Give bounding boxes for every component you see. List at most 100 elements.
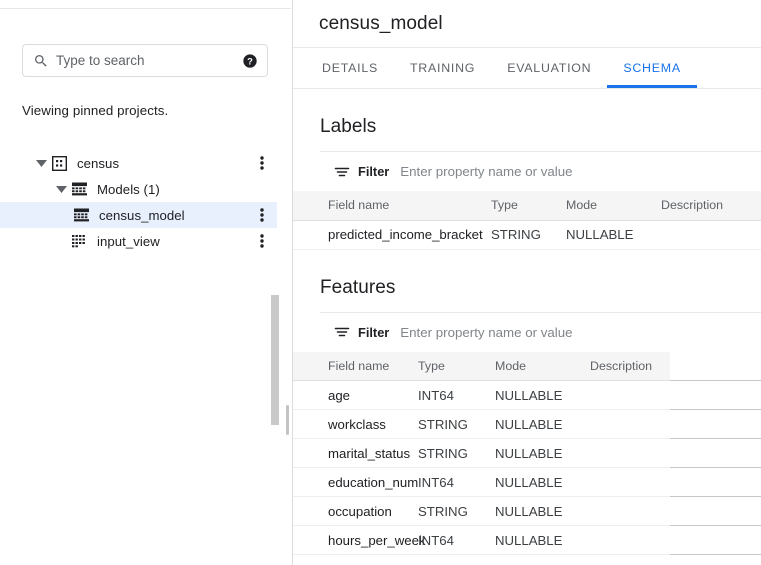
- schema-content: Labels Filter Field name Typ: [293, 89, 761, 565]
- tab-details[interactable]: DETAILS: [306, 48, 394, 88]
- overflow-menu-icon[interactable]: [255, 155, 269, 171]
- tree-item-input-view[interactable]: input_view: [0, 228, 277, 254]
- table-row[interactable]: marital_status STRING NULLABLE: [293, 438, 761, 468]
- project-icon: [50, 154, 68, 172]
- page-title: census_model: [319, 13, 443, 34]
- features-table: Field name Type Mode Description age INT…: [293, 351, 761, 555]
- tab-label: TRAINING: [409, 61, 476, 75]
- filter-icon: [334, 324, 350, 340]
- cell-type: STRING: [418, 496, 495, 526]
- column-header-type[interactable]: Type: [491, 191, 566, 221]
- viewing-note: Viewing pinned projects.: [22, 103, 169, 118]
- cell-type: INT64: [418, 467, 495, 497]
- overflow-menu-icon[interactable]: [255, 233, 269, 249]
- search-icon: [33, 53, 49, 69]
- cell-field-name: marital_status: [293, 438, 418, 468]
- model-icon: [72, 206, 90, 224]
- tree-item-census[interactable]: census: [0, 150, 277, 176]
- cell-description: [590, 525, 670, 555]
- tab-label: DETAILS: [322, 61, 378, 75]
- app-root: ? Viewing pinned projects.: [0, 0, 761, 565]
- tree-item-census-model[interactable]: census_model: [0, 202, 277, 228]
- features-heading: Features: [320, 276, 396, 298]
- table-header-row: Field name Type Mode Description: [293, 351, 761, 381]
- column-header-description[interactable]: Description: [661, 191, 761, 221]
- features-filter-input[interactable]: [400, 324, 761, 340]
- cell-description: [590, 438, 670, 468]
- detail-panel: census_model DETAILS TRAINING EVALUATION…: [293, 0, 761, 565]
- column-header-mode[interactable]: Mode: [566, 191, 661, 221]
- overflow-menu-icon[interactable]: [255, 207, 269, 223]
- tab-label: EVALUATION: [507, 61, 592, 75]
- table-row[interactable]: hours_per_week INT64 NULLABLE: [293, 525, 761, 555]
- project-tree: census Models (1) census_model input_vie…: [0, 150, 277, 254]
- cell-type: INT64: [418, 380, 495, 410]
- cell-mode: NULLABLE: [566, 220, 661, 250]
- tree-item-label: Models (1): [97, 181, 160, 197]
- sidebar-scrollbar-track[interactable]: [271, 0, 279, 565]
- chevron-down-icon[interactable]: [32, 154, 50, 172]
- cell-spacer: [670, 380, 761, 410]
- cell-description: [590, 409, 670, 439]
- filter-icon: [334, 164, 350, 180]
- labels-filter-bar[interactable]: Filter: [320, 151, 761, 191]
- filter-label: Filter: [358, 164, 390, 179]
- tab-evaluation[interactable]: EVALUATION: [491, 48, 607, 88]
- search-input[interactable]: [56, 53, 236, 68]
- cell-spacer: [670, 467, 761, 497]
- models-icon: [70, 180, 88, 198]
- column-header-field-name[interactable]: Field name: [293, 351, 418, 381]
- svg-text:?: ?: [247, 56, 253, 66]
- table-row[interactable]: age INT64 NULLABLE: [293, 380, 761, 410]
- cell-description: [590, 380, 670, 410]
- column-header-spacer: [670, 351, 761, 381]
- cell-field-name: workclass: [293, 409, 418, 439]
- cell-description: [590, 467, 670, 497]
- labels-table: Field name Type Mode Description predict…: [293, 191, 761, 250]
- panel-resize-handle[interactable]: [286, 405, 289, 435]
- column-header-type[interactable]: Type: [418, 351, 495, 381]
- labels-heading: Labels: [320, 116, 377, 137]
- column-header-mode[interactable]: Mode: [495, 351, 590, 381]
- tab-schema[interactable]: SCHEMA: [607, 48, 697, 88]
- table-row[interactable]: workclass STRING NULLABLE: [293, 409, 761, 439]
- column-header-field-name[interactable]: Field name: [293, 191, 491, 221]
- cell-field-name: predicted_income_bracket: [293, 220, 491, 250]
- table-row[interactable]: occupation STRING NULLABLE: [293, 496, 761, 526]
- cell-mode: NULLABLE: [495, 467, 590, 497]
- chevron-down-icon[interactable]: [52, 180, 70, 198]
- tree-item-models[interactable]: Models (1): [0, 176, 277, 202]
- tab-label: SCHEMA: [623, 61, 681, 75]
- tree-item-label: census_model: [99, 207, 185, 223]
- cell-spacer: [670, 438, 761, 468]
- cell-type: STRING: [418, 438, 495, 468]
- column-header-description[interactable]: Description: [590, 351, 670, 381]
- features-table-body: age INT64 NULLABLE workclass STRING NULL…: [293, 380, 761, 555]
- features-filter-bar[interactable]: Filter: [320, 311, 761, 352]
- cell-field-name: occupation: [293, 496, 418, 526]
- cell-spacer: [670, 496, 761, 526]
- cell-field-name: hours_per_week: [293, 525, 426, 555]
- cell-type: STRING: [418, 409, 495, 439]
- sidebar-top-divider: [0, 8, 291, 9]
- help-icon[interactable]: ?: [242, 53, 258, 69]
- cell-mode: NULLABLE: [495, 409, 590, 439]
- explorer-sidebar: ? Viewing pinned projects.: [0, 0, 293, 565]
- cell-mode: NULLABLE: [495, 525, 590, 555]
- cell-spacer: [670, 409, 761, 439]
- cell-field-name: age: [293, 380, 418, 410]
- search-box[interactable]: ?: [22, 44, 268, 77]
- cell-mode: NULLABLE: [495, 380, 590, 410]
- cell-mode: NULLABLE: [495, 438, 590, 468]
- table-row[interactable]: education_num INT64 NULLABLE: [293, 467, 761, 497]
- cell-spacer: [670, 525, 761, 555]
- sidebar-scrollbar-thumb[interactable]: [271, 295, 279, 425]
- cell-description: [661, 220, 761, 250]
- cell-type: STRING: [491, 220, 566, 250]
- labels-filter-input[interactable]: [400, 164, 761, 179]
- cell-description: [590, 496, 670, 526]
- tab-bar: DETAILS TRAINING EVALUATION SCHEMA: [293, 48, 761, 88]
- table-row[interactable]: predicted_income_bracket STRING NULLABLE: [293, 220, 761, 250]
- table-header-row: Field name Type Mode Description: [293, 191, 761, 221]
- tab-training[interactable]: TRAINING: [394, 48, 491, 88]
